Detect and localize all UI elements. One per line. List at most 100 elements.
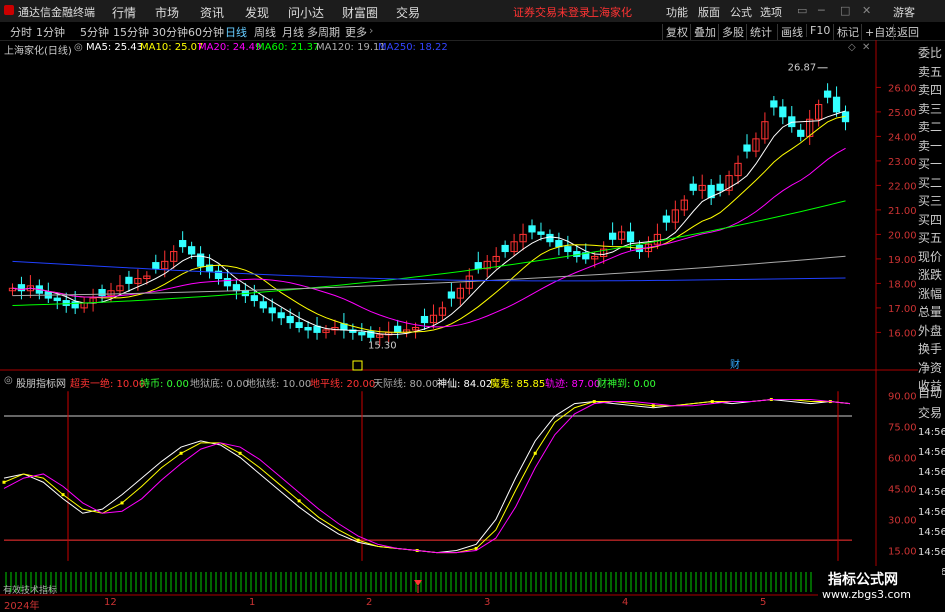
- quote-label-12: 涨跌: [918, 268, 943, 282]
- app-logo-icon: [4, 5, 14, 15]
- menu-gongneng[interactable]: 功能: [666, 4, 688, 20]
- candle-body-54: [492, 255, 500, 262]
- candle-body-32: [295, 322, 303, 329]
- panel-close-icon[interactable]: ✕: [862, 42, 870, 53]
- ind-mogui: 魔鬼: 85.85: [490, 379, 546, 390]
- period-more[interactable]: 更多: [345, 24, 367, 40]
- tool-f10[interactable]: F10: [806, 24, 830, 37]
- ma10-line: [12, 115, 846, 333]
- candle-body-73: [662, 215, 671, 223]
- menu-jiaoyi[interactable]: 交易: [396, 4, 420, 21]
- tool-diejia[interactable]: 叠加: [690, 24, 716, 40]
- period-60min[interactable]: 60分钟: [188, 24, 224, 40]
- period-daily[interactable]: 日线: [225, 24, 247, 40]
- candle-body-81: [734, 162, 742, 177]
- price-tick-10: 26.00: [888, 83, 917, 94]
- tool-fanhui[interactable]: 返回: [893, 24, 919, 40]
- quote-label-4: 卖二: [918, 120, 943, 134]
- indicator-settings-icon[interactable]: ◎: [4, 375, 13, 386]
- time-label-7: 14:56: [918, 527, 945, 538]
- price-tick-8: 24.00: [888, 132, 917, 143]
- price-tick-3: 19.00: [888, 255, 917, 266]
- candle-body-68: [617, 231, 626, 240]
- ma5-line: [12, 110, 846, 335]
- candle-body-46: [420, 315, 429, 324]
- title-bar: 通达信金融终端 行情 市场 资讯 发现 问小达 财富圈 交易 证券交易未登录 上…: [0, 0, 945, 23]
- menu-caifuquan[interactable]: 财富圈: [342, 4, 378, 21]
- quote-label-7: 买二: [918, 175, 943, 190]
- candle-body-25: [232, 284, 241, 292]
- quote-label-13: 涨幅: [918, 286, 943, 301]
- date-label-2: 2: [366, 597, 373, 608]
- time-label-6: 14:56: [918, 507, 945, 518]
- menu-faxian[interactable]: 发现: [245, 4, 269, 21]
- bottom-caption: 有效技术指标: [3, 586, 58, 596]
- legend-toggle-icon[interactable]: ◎: [74, 42, 83, 53]
- tool-duogu[interactable]: 多股: [718, 24, 744, 40]
- period-monthly[interactable]: 月线: [282, 24, 304, 40]
- candle-body-33: [304, 327, 312, 331]
- candle-body-40: [367, 330, 375, 338]
- ind-dot-12: [238, 451, 242, 455]
- menu-shichang[interactable]: 市场: [155, 4, 179, 21]
- user-guest[interactable]: 游客: [893, 4, 915, 20]
- kline-chart[interactable]: 16.00 17.00 18.00 19.00 20.00 21.00 22.00 23.00…: [0, 0, 945, 609]
- candle-body-31: [286, 315, 294, 324]
- tool-fuquan[interactable]: 复权: [662, 24, 688, 40]
- candle-body-51: [465, 275, 473, 289]
- menu-banmian[interactable]: 版面: [698, 4, 720, 20]
- tool-huaxian[interactable]: 画线: [777, 24, 803, 40]
- legend-ma120: MA120: 19.11: [316, 42, 386, 53]
- tool-tongji[interactable]: 统计: [746, 24, 772, 40]
- candle-body-12: [116, 285, 124, 292]
- candle-body-52: [474, 262, 482, 270]
- diamond-icon[interactable]: ◇: [848, 42, 856, 53]
- tool-zixuan[interactable]: +自选: [861, 24, 896, 40]
- period-multi[interactable]: 多周期: [307, 24, 340, 40]
- period-30min[interactable]: 30分钟: [152, 24, 188, 40]
- menu-gongshi[interactable]: 公式: [730, 4, 752, 20]
- period-weekly[interactable]: 周线: [254, 24, 276, 40]
- candle-body-60: [546, 233, 554, 243]
- candle-body-53: [483, 260, 491, 270]
- period-1min[interactable]: 1分钟: [36, 24, 65, 40]
- watermark-url: www.zbgs3.com: [822, 588, 911, 601]
- menu-wenxiaoda[interactable]: 问小达: [288, 4, 324, 21]
- quote-label-8: 买三: [918, 194, 943, 208]
- candle-body-55: [501, 244, 509, 253]
- period-fenshi[interactable]: 分时: [10, 24, 32, 40]
- close-icon[interactable]: ✕: [862, 4, 871, 17]
- period-5min[interactable]: 5分钟: [80, 24, 109, 40]
- chevron-right-icon[interactable]: ›: [369, 24, 373, 37]
- candle-body-17: [161, 260, 169, 270]
- ind-dot-9: [179, 451, 183, 455]
- candle-body-48: [438, 307, 447, 316]
- ind-guiji: 轨迹: 87.00: [545, 379, 601, 390]
- maximize-icon[interactable]: □: [840, 4, 850, 17]
- candle-body-61: [555, 240, 563, 248]
- restore-icon[interactable]: ─: [818, 4, 825, 17]
- time-label-5: 14:56: [918, 487, 945, 498]
- login-status[interactable]: 证券交易未登录: [513, 4, 590, 20]
- candle-body-64: [582, 252, 590, 260]
- candle-body-72: [653, 233, 662, 245]
- period-15min[interactable]: 15分钟: [113, 24, 149, 40]
- candle-body-30: [277, 312, 285, 319]
- menu-zixun[interactable]: 资讯: [200, 4, 224, 21]
- candle-body-59: [537, 231, 545, 235]
- minimize-icon[interactable]: ▭: [797, 4, 807, 17]
- ind-dot-39: [769, 397, 773, 401]
- tool-biaoji[interactable]: 标记: [833, 24, 859, 40]
- ind-chibi: 持币: 0.00: [140, 379, 189, 390]
- candle-body-66: [600, 248, 608, 257]
- ind-dot-15: [297, 499, 301, 503]
- quote-label-15: 外盘: [918, 323, 943, 338]
- candle-body-87: [788, 116, 796, 128]
- candle-body-10: [98, 289, 106, 297]
- price-tick-2: 18.00: [888, 279, 917, 290]
- candle-body-7: [71, 301, 79, 309]
- candle-body-26: [241, 290, 250, 297]
- menu-hangqing[interactable]: 行情: [112, 4, 136, 21]
- menu-xuanxiang[interactable]: 选项: [760, 4, 782, 20]
- candle-body-34: [313, 325, 321, 333]
